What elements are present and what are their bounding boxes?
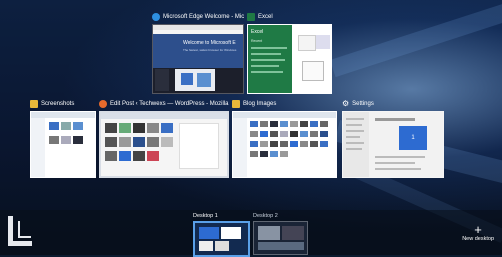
desktop-thumbnail <box>253 221 308 255</box>
window-thumbnail: Excel Recent <box>247 24 332 94</box>
window-title: Microsoft Edge Welcome - Micro... <box>163 14 244 20</box>
window-title-bar: Microsoft Edge Welcome - Micro... <box>152 10 244 24</box>
wallpaper-beam <box>330 1 502 78</box>
window-thumbnail <box>30 111 96 178</box>
excel-app-name: Excel <box>251 29 264 35</box>
window-firefox[interactable]: Edit Post ‹ Techwexs — WordPress - Mozil… <box>99 97 229 178</box>
window-title-bar: Excel <box>247 10 332 24</box>
folder-icon <box>30 100 38 108</box>
excel-icon <box>247 13 255 21</box>
window-thumbnail: 1 <box>342 111 444 178</box>
display-number: 1 <box>411 135 415 141</box>
window-title: Settings <box>352 101 374 107</box>
desktop-label: Desktop 2 <box>253 213 278 219</box>
desktop-1[interactable]: Desktop 1 <box>193 212 250 257</box>
excel-recent-label: Recent <box>251 39 263 43</box>
desktop-label: Desktop 1 <box>193 213 218 219</box>
virtual-desktops-bar <box>0 210 502 255</box>
window-settings[interactable]: ⚙ Settings 1 <box>342 97 444 178</box>
plus-icon: + <box>474 222 482 237</box>
window-title-bar: ⚙ Settings <box>342 97 444 111</box>
folder-icon <box>232 100 240 108</box>
window-edge[interactable]: Microsoft Edge Welcome - Micro... Welcom… <box>152 10 244 94</box>
desktop-thumbnail <box>193 221 250 257</box>
window-thumbnail <box>99 111 229 178</box>
window-excel[interactable]: Excel Excel Recent <box>247 10 332 94</box>
window-thumbnail <box>232 111 337 178</box>
desktop-2[interactable]: Desktop 2 <box>253 212 308 255</box>
window-title-bar: Blog Images <box>232 97 337 111</box>
watermark-logo <box>8 216 32 246</box>
display-preview: 1 <box>399 126 427 150</box>
window-title: Blog Images <box>243 101 277 107</box>
edge-icon <box>152 13 160 21</box>
window-screenshots[interactable]: Screenshots <box>30 97 96 178</box>
window-title-bar: Edit Post ‹ Techwexs — WordPress - Mozil… <box>99 97 229 111</box>
window-title-bar: Screenshots <box>30 97 96 111</box>
new-desktop-button[interactable]: + New desktop <box>462 222 494 242</box>
window-title: Excel <box>258 14 273 20</box>
gear-icon: ⚙ <box>342 99 350 108</box>
firefox-icon <box>99 100 107 108</box>
edge-banner-subtext: The fastest, safest browser for Windows <box>183 48 237 52</box>
window-title: Edit Post ‹ Techwexs — WordPress - Mozil… <box>110 101 229 107</box>
new-desktop-label: New desktop <box>462 236 494 242</box>
edge-banner-text: Welcome to Microsoft E <box>183 40 236 46</box>
window-blog-images[interactable]: Blog Images <box>232 97 337 178</box>
window-thumbnail: Welcome to Microsoft E The fastest, safe… <box>152 24 244 94</box>
window-title: Screenshots <box>41 101 75 107</box>
